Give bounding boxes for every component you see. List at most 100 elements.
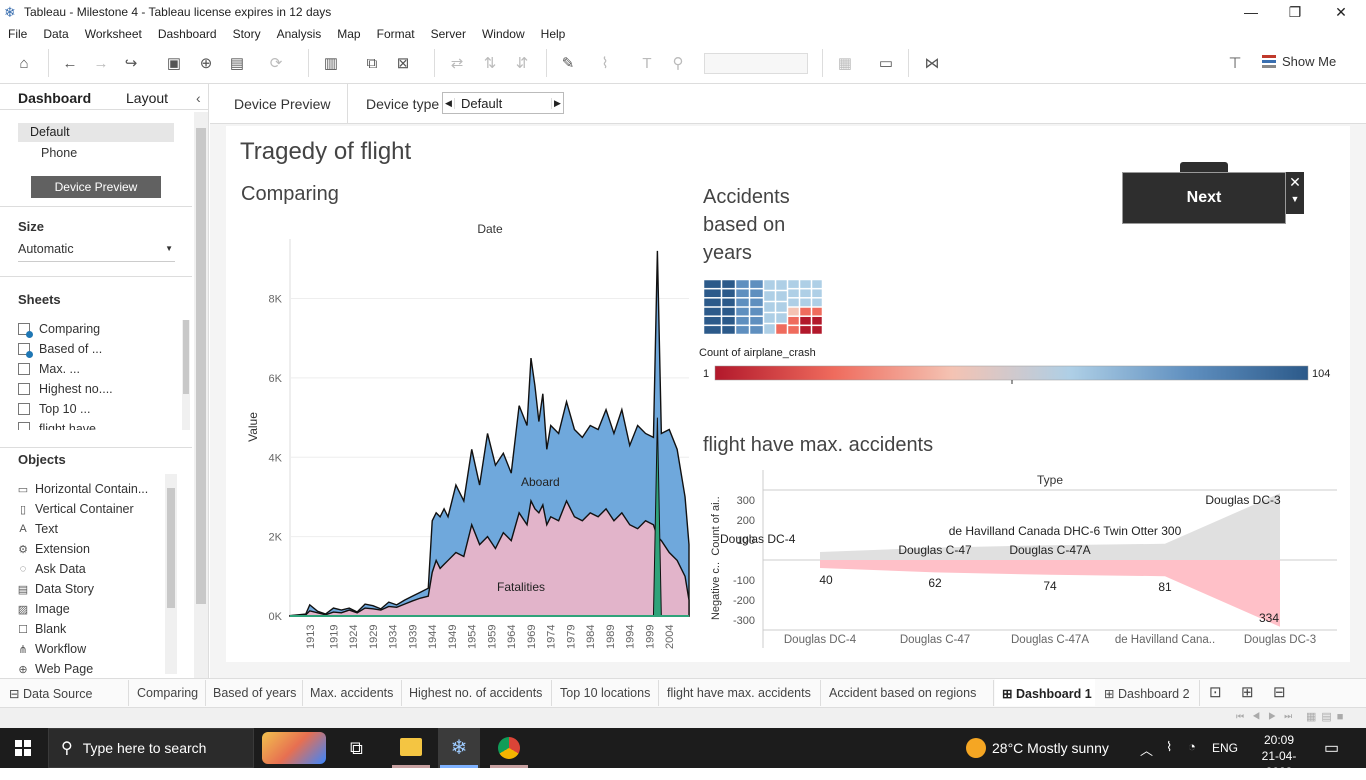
sheet-item[interactable]: flight have ...	[18, 422, 110, 430]
tray-chevron-up-icon[interactable]: ︿	[1140, 740, 1153, 759]
language-indicator[interactable]: ENG	[1212, 741, 1238, 755]
label-icon[interactable]: T	[636, 52, 658, 74]
close-icon[interactable]: ✕	[1286, 172, 1304, 194]
menu-window[interactable]: Window	[482, 27, 525, 41]
chevron-right-icon[interactable]: ▶	[551, 97, 563, 109]
tab-data-source[interactable]: ⊟ Data Source	[9, 686, 92, 701]
tab-based-of-years[interactable]: Based of years	[213, 686, 296, 700]
refresh-icon[interactable]: ⟳	[265, 52, 287, 74]
next-button[interactable]: Next	[1122, 172, 1286, 224]
object-image[interactable]: ▨ Image	[16, 602, 70, 616]
duplicate-icon[interactable]: ⧉	[361, 52, 383, 74]
menu-data[interactable]: Data	[43, 27, 68, 41]
tab-accident-regions[interactable]: Accident based on regions	[829, 686, 976, 700]
notification-icon[interactable]: ▭	[1324, 738, 1339, 758]
tab-dashboard-1[interactable]: ⊞ Dashboard 1	[995, 679, 1095, 706]
show-cards-icon[interactable]: ▦	[834, 52, 856, 74]
tab-nav-icons[interactable]: ⏮◀▶⏭	[1236, 711, 1300, 722]
save-icon[interactable]: ▣	[163, 52, 185, 74]
tab-layout[interactable]: Layout	[96, 84, 192, 109]
object-text[interactable]: A Text	[16, 522, 58, 536]
menu-analysis[interactable]: Analysis	[277, 27, 322, 41]
task-view-icon[interactable]: ⧉	[350, 738, 363, 759]
tab-highest-accidents[interactable]: Highest no. of accidents	[409, 686, 542, 700]
group-icon[interactable]: ⌇	[594, 52, 616, 74]
object-ask-data[interactable]: ◌ Ask Data	[16, 562, 86, 576]
sheet-item[interactable]: Comparing	[18, 322, 100, 338]
undo-icon[interactable]: ←	[59, 52, 81, 74]
replay-icon[interactable]: ↪	[120, 52, 142, 74]
weather-widget[interactable]: 28°C Mostly sunny	[966, 738, 1109, 758]
view-toggle-icons[interactable]: ▦▤■	[1306, 710, 1348, 723]
network-icon[interactable]: ⌇	[1166, 739, 1172, 755]
device-default[interactable]: Default	[18, 123, 174, 142]
new-datasource-icon[interactable]: ⊕	[195, 52, 217, 74]
pause-updates-icon[interactable]: ▤	[226, 52, 248, 74]
menu-story[interactable]: Story	[233, 27, 261, 41]
clock[interactable]: 20:09 21-04-2023	[1252, 732, 1306, 780]
tab-comparing[interactable]: Comparing	[137, 686, 198, 700]
new-worksheet-tab-icon[interactable]: ⊡	[1209, 683, 1222, 701]
tab-flight-max-accidents[interactable]: flight have max. accidents	[667, 686, 811, 700]
device-preview-button[interactable]: Device Preview	[31, 176, 161, 198]
wifi-icon[interactable]: ◔	[1188, 739, 1196, 754]
highlight-icon[interactable]: ✎	[557, 52, 579, 74]
file-explorer-icon[interactable]	[400, 738, 422, 756]
menu-dashboard[interactable]: Dashboard	[158, 27, 217, 41]
menu-file[interactable]: File	[8, 27, 27, 41]
menu-format[interactable]: Format	[377, 27, 415, 41]
object-vertical-container[interactable]: ▯ Vertical Container	[16, 502, 134, 516]
object-data-story[interactable]: ▤ Data Story	[16, 582, 94, 596]
search-highlights-icon[interactable]	[262, 732, 326, 764]
size-dropdown[interactable]: Automatic ▼	[18, 242, 175, 262]
sheet-item[interactable]: Based of ...	[18, 342, 102, 358]
menu-server[interactable]: Server	[431, 27, 466, 41]
new-dashboard-tab-icon[interactable]: ⊞	[1241, 683, 1254, 701]
taskbar-search[interactable]: ⚲ Type here to search	[48, 728, 254, 768]
object-blank[interactable]: ☐ Blank	[16, 622, 66, 636]
sheet-item[interactable]: Max. ...	[18, 362, 80, 376]
menu-help[interactable]: Help	[541, 27, 566, 41]
chrome-icon[interactable]	[498, 737, 520, 759]
sheet-item[interactable]: Highest no....	[18, 382, 113, 396]
minimize-button[interactable]: —	[1228, 0, 1274, 24]
objects-scrollbar[interactable]	[165, 474, 177, 674]
close-window-button[interactable]: ✕	[1318, 0, 1364, 24]
tab-dashboard-2[interactable]: ⊞ Dashboard 2	[1104, 686, 1190, 701]
sheets-scrollbar[interactable]	[182, 320, 190, 430]
redo-icon[interactable]: →	[90, 52, 112, 74]
object-web-page[interactable]: ⊕ Web Page	[16, 662, 93, 676]
menu-worksheet[interactable]: Worksheet	[85, 27, 142, 41]
sort-ascending-icon[interactable]: ⇅	[479, 52, 501, 74]
tab-max-accidents[interactable]: Max. accidents	[310, 686, 393, 700]
pin-icon[interactable]: ⚲	[667, 52, 689, 74]
sheet-item[interactable]: Top 10 ...	[18, 402, 90, 416]
panel-scrollbar[interactable]	[194, 112, 208, 678]
chevron-left-icon[interactable]: ◀	[443, 97, 455, 109]
presentation-icon[interactable]: ▭	[875, 52, 897, 74]
swap-icon[interactable]: ⇄	[446, 52, 468, 74]
device-type-select[interactable]: ◀ Default ▶	[442, 92, 564, 114]
show-me-button[interactable]: Show Me	[1262, 54, 1336, 69]
more-options-icon[interactable]: ▼	[1286, 194, 1304, 204]
next-drag-handle[interactable]	[1180, 162, 1228, 172]
tab-top-10-locations[interactable]: Top 10 locations	[560, 686, 650, 700]
tab-dashboard[interactable]: Dashboard	[0, 84, 96, 109]
device-preview-tab[interactable]: Device Preview	[210, 84, 348, 124]
new-worksheet-icon[interactable]: ▥	[320, 52, 342, 74]
object-horizontal-container[interactable]: ▭ Horizontal Contain...	[16, 482, 148, 496]
tableau-taskbar-icon[interactable]: ❄	[438, 728, 480, 768]
object-workflow[interactable]: ⋔ Workflow	[16, 642, 86, 656]
new-story-tab-icon[interactable]: ⊟	[1273, 683, 1286, 701]
menu-map[interactable]: Map	[337, 27, 360, 41]
fit-dropdown[interactable]	[704, 53, 808, 74]
collapse-panel-icon[interactable]: ‹	[192, 84, 201, 109]
clear-sheet-icon[interactable]: ⊠	[392, 52, 414, 74]
home-icon[interactable]: ⌂	[13, 52, 35, 74]
windows-start-icon[interactable]	[15, 740, 31, 756]
sort-descending-icon[interactable]: ⇵	[511, 52, 533, 74]
device-phone[interactable]: Phone	[41, 146, 77, 160]
object-extension[interactable]: ⚙ Extension	[16, 542, 90, 556]
share-icon[interactable]: ⋈	[921, 52, 943, 74]
restore-button[interactable]: ❐	[1272, 0, 1318, 24]
